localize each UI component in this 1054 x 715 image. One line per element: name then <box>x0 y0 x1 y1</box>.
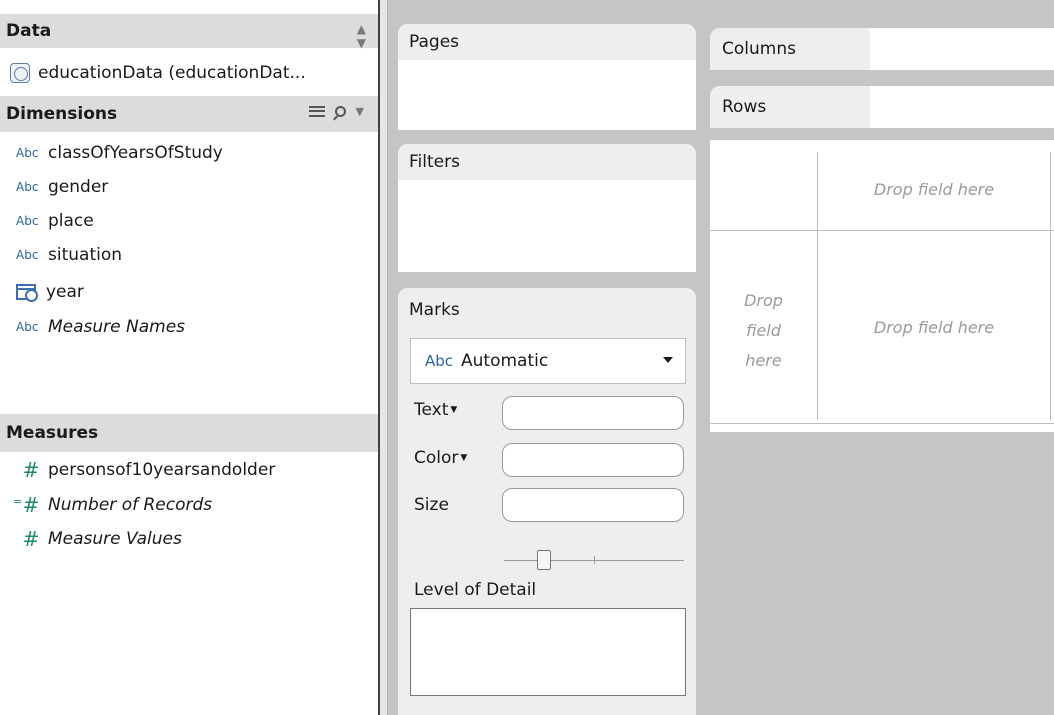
mark-type-dropdown[interactable]: Abc Automatic <box>410 338 686 384</box>
string-type-icon: Abc <box>16 320 39 334</box>
slider-thumb[interactable] <box>537 550 551 570</box>
drop-zone-body[interactable]: Drop field here <box>818 318 1050 337</box>
field-label: Measure Names <box>48 317 186 337</box>
viz-canvas[interactable]: Drop field here Drop field here Drop fie… <box>710 140 1054 432</box>
filters-card[interactable]: Filters <box>398 144 696 272</box>
grid-line <box>710 230 1054 231</box>
measure-field-measure-values[interactable]: # Measure Values <box>22 524 182 554</box>
field-label: situation <box>48 245 123 265</box>
grid-line <box>710 423 1054 424</box>
dimensions-header: Dimensions ▼ <box>0 96 378 132</box>
string-type-icon: Abc <box>16 146 39 160</box>
text-shelf-label[interactable]: Text ▼ <box>414 400 457 420</box>
filters-title: Filters <box>398 144 696 180</box>
calculated-number-icon: = # <box>13 493 40 517</box>
dimension-field-classofyearsofstudy[interactable]: Abc classOfYearsOfStudy <box>16 138 223 168</box>
dropdown-arrow-icon <box>663 357 673 363</box>
dimensions-title: Dimensions <box>6 104 118 124</box>
rows-label: Rows <box>710 86 870 128</box>
dimension-field-year[interactable]: year <box>16 277 84 307</box>
number-type-icon: # <box>22 458 40 482</box>
pane-splitter[interactable] <box>378 0 388 715</box>
rows-shelf[interactable]: Rows <box>710 86 1054 128</box>
database-icon <box>10 63 30 83</box>
dimension-field-gender[interactable]: Abc gender <box>16 172 108 202</box>
data-source-label: educationData (educationDat... <box>38 63 306 83</box>
measures-header: Measures <box>0 414 378 452</box>
drop-zone-rows[interactable]: Drop field here <box>710 286 817 376</box>
data-pane-header: Data ▲ ▼ <box>0 14 378 50</box>
field-label: classOfYearsOfStudy <box>48 143 223 163</box>
dimension-field-place[interactable]: Abc place <box>16 206 94 236</box>
field-label: gender <box>48 177 109 197</box>
mark-type-value: Automatic <box>461 351 549 371</box>
measure-field-number-of-records[interactable]: = # Number of Records <box>13 490 213 520</box>
view-list-icon[interactable] <box>308 106 325 117</box>
field-label: place <box>48 211 94 231</box>
color-shelf-label[interactable]: Color ▼ <box>414 448 467 468</box>
drop-zone-columns[interactable]: Drop field here <box>818 180 1050 199</box>
marks-card: Marks Abc Automatic Text ▼ Color ▼ Size Le… <box>398 288 696 715</box>
string-type-icon: Abc <box>16 214 39 228</box>
field-label: Number of Records <box>48 495 213 515</box>
data-pane: Data ▲ ▼ educationData (educationDat... D… <box>0 0 378 715</box>
chevron-down-icon[interactable]: ▼ <box>356 105 364 118</box>
text-shelf-drop[interactable] <box>502 396 684 430</box>
field-label: Measure Values <box>48 529 182 549</box>
slider-tick <box>594 556 595 564</box>
number-type-icon: # <box>22 527 40 551</box>
columns-shelf[interactable]: Columns <box>710 28 1054 70</box>
color-shelf-drop[interactable] <box>502 443 684 477</box>
size-shelf-label[interactable]: Size <box>414 495 449 515</box>
caret-down-icon: ▼ <box>460 453 468 463</box>
marks-title: Marks <box>398 288 696 332</box>
level-of-detail-label: Level of Detail <box>414 580 537 600</box>
string-type-icon: Abc <box>16 180 39 194</box>
string-type-icon: Abc <box>425 352 454 370</box>
level-of-detail-drop[interactable] <box>410 608 686 696</box>
field-label: personsof10yearsandolder <box>48 460 276 480</box>
search-icon[interactable] <box>334 106 346 117</box>
calendar-icon <box>16 284 38 302</box>
sort-arrows-icon[interactable]: ▲ ▼ <box>357 22 366 50</box>
pages-title: Pages <box>398 24 696 60</box>
field-label: year <box>46 282 84 302</box>
data-source-item[interactable]: educationData (educationDat... <box>0 56 378 90</box>
dimension-field-measure-names[interactable]: Abc Measure Names <box>16 312 185 342</box>
size-shelf-drop[interactable] <box>502 488 684 522</box>
grid-line <box>1050 152 1051 420</box>
measures-title: Measures <box>6 423 99 443</box>
data-pane-title: Data <box>6 21 52 41</box>
caret-down-icon: ▼ <box>450 405 458 415</box>
measure-field-personsof10yearsandolder[interactable]: # personsof10yearsandolder <box>22 455 276 485</box>
pages-card[interactable]: Pages <box>398 24 696 130</box>
dimension-field-situation[interactable]: Abc situation <box>16 240 122 270</box>
size-slider[interactable] <box>504 550 684 570</box>
columns-label: Columns <box>710 28 870 70</box>
string-type-icon: Abc <box>16 248 39 262</box>
